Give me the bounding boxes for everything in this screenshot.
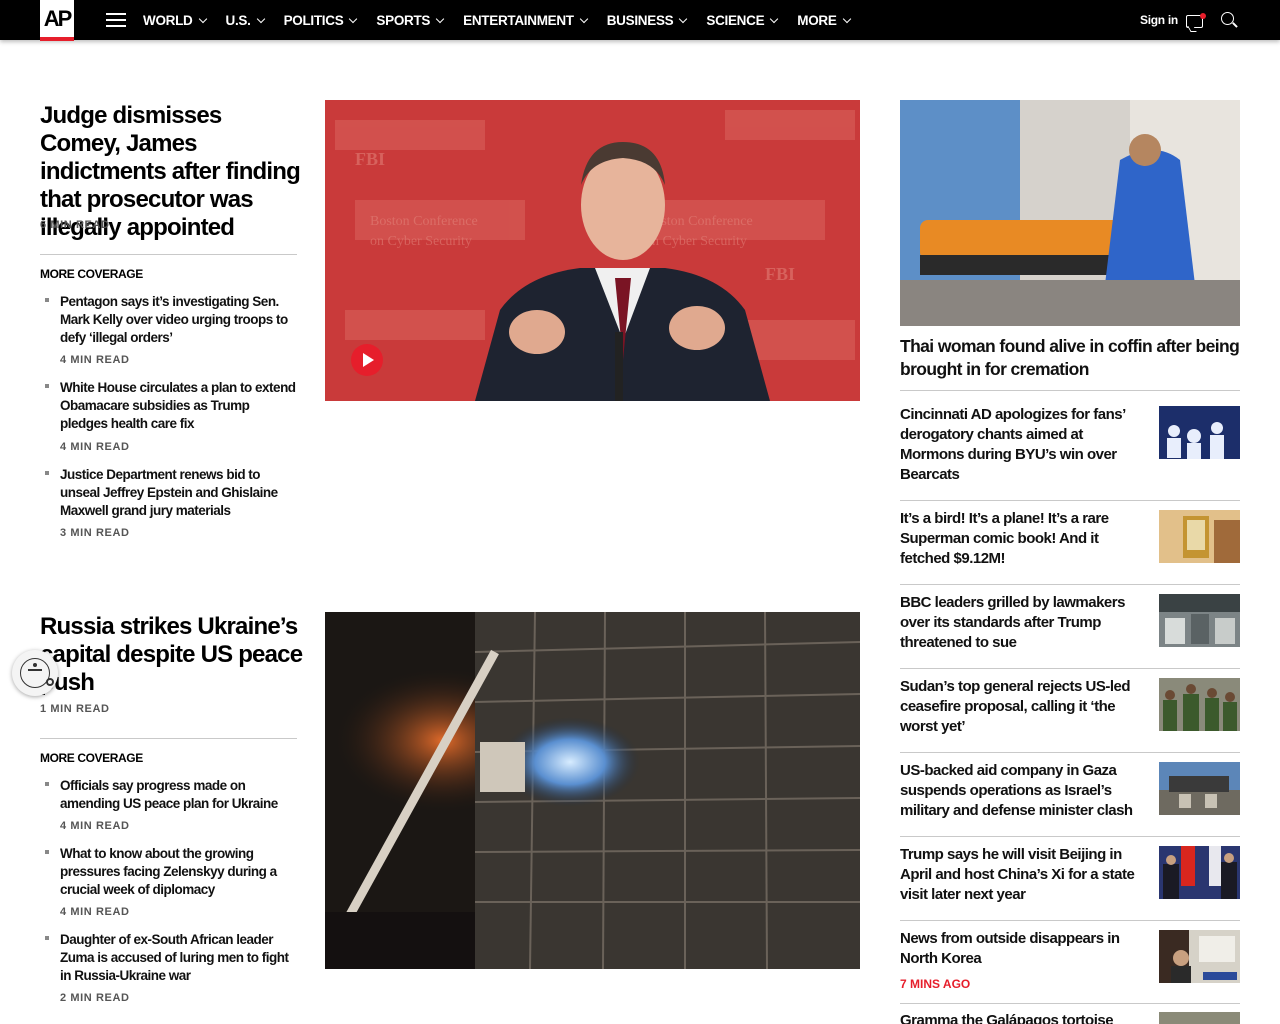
related-headline[interactable]: What to know about the growing pressures… <box>60 845 300 899</box>
chevron-down-icon <box>198 14 207 23</box>
nav-world[interactable]: WORLD <box>143 13 207 28</box>
related-headline[interactable]: Pentagon says it’s investigating Sen. Ma… <box>60 293 300 347</box>
related-headline[interactable]: Justice Department renews bid to unseal … <box>60 466 300 520</box>
svg-text:FBI: FBI <box>355 149 385 169</box>
bullet <box>45 471 49 475</box>
ap-logo[interactable]: AP <box>40 0 74 41</box>
related-headline[interactable]: White House circulates a plan to extend … <box>60 379 300 433</box>
bullet <box>45 298 49 302</box>
nav-us[interactable]: U.S. <box>226 13 265 28</box>
search-icon[interactable] <box>1221 12 1234 25</box>
more-coverage-label: MORE COVERAGE <box>40 751 143 765</box>
bullet <box>45 936 49 940</box>
svg-text:Boston Conference: Boston Conference <box>370 214 478 229</box>
sidebar-headline[interactable]: Gramma the Galápagos tortoise <box>900 1011 1140 1024</box>
divider <box>900 668 1240 669</box>
lead-photo-2[interactable] <box>325 612 860 969</box>
chevron-down-icon <box>679 14 688 23</box>
chevron-down-icon <box>256 14 265 23</box>
divider <box>900 920 1240 921</box>
nav-business[interactable]: BUSINESS <box>607 13 688 28</box>
lead-photo-1[interactable]: Boston Conference Boston Conference on Cy… <box>325 100 860 401</box>
sidebar-headline[interactable]: US-backed aid company in Gaza suspends o… <box>900 761 1140 821</box>
lead-headline-2[interactable]: Russia strikes Ukraine’s capital despite… <box>40 613 305 697</box>
sidebar-headline[interactable]: News from outside disappears in North Ko… <box>900 929 1140 969</box>
sidebar-thumbnail[interactable] <box>1159 594 1240 647</box>
sidebar-thumbnail[interactable] <box>1159 406 1240 459</box>
sidebar-thumbnail[interactable] <box>1159 510 1240 563</box>
chevron-down-icon <box>349 14 358 23</box>
read-time: 1 MIN READ <box>40 703 110 715</box>
sidebar-headline[interactable]: It’s a bird! It’s a plane! It’s a rare S… <box>900 509 1140 569</box>
divider <box>900 752 1240 753</box>
feature-photo[interactable] <box>900 100 1240 326</box>
bullet <box>45 384 49 388</box>
sidebar-thumbnail[interactable] <box>1159 1012 1240 1024</box>
bullet <box>45 850 49 854</box>
chevron-down-icon <box>770 14 779 23</box>
top-nav-bar: AP WORLD U.S. POLITICS SPORTS ENTERTAINM… <box>0 0 1280 41</box>
feature-headline[interactable]: Thai woman found alive in coffin after b… <box>900 335 1240 381</box>
sidebar-headline[interactable]: Sudan’s top general rejects US-led cease… <box>900 677 1140 737</box>
notification-dot <box>1200 13 1206 19</box>
svg-text:on Cyber Security: on Cyber Security <box>370 234 472 249</box>
sidebar-thumbnail[interactable] <box>1159 846 1240 899</box>
chevron-down-icon <box>842 14 851 23</box>
related-headline[interactable]: Daughter of ex-South African leader Zuma… <box>60 931 300 985</box>
divider <box>40 738 297 739</box>
sidebar-headline[interactable]: Trump says he will visit Beijing in Apri… <box>900 845 1140 905</box>
gear-icon <box>46 678 54 686</box>
divider <box>900 1003 1240 1004</box>
sidebar-headline[interactable]: BBC leaders grilled by lawmakers over it… <box>900 593 1140 653</box>
sign-in-link[interactable]: Sign in <box>1140 13 1178 27</box>
accessibility-button[interactable] <box>12 650 58 696</box>
svg-text:FBI: FBI <box>765 264 795 284</box>
related-headline[interactable]: Officials say progress made on amending … <box>60 777 300 813</box>
divider <box>40 254 297 255</box>
divider <box>900 500 1240 501</box>
read-time: 4 MIN READ <box>60 820 130 832</box>
read-time: 4 MIN READ <box>60 441 130 453</box>
more-coverage-label: MORE COVERAGE <box>40 267 143 281</box>
sidebar-thumbnail[interactable] <box>1159 762 1240 815</box>
sidebar-thumbnail[interactable] <box>1159 678 1240 731</box>
main-nav: WORLD U.S. POLITICS SPORTS ENTERTAINMENT… <box>143 0 870 40</box>
divider <box>900 836 1240 837</box>
divider <box>900 584 1240 585</box>
menu-icon[interactable] <box>106 13 126 27</box>
svg-text:on Cyber Security: on Cyber Security <box>645 234 747 249</box>
nav-science[interactable]: SCIENCE <box>706 13 779 28</box>
read-time: 4 MIN READ <box>60 354 130 366</box>
nav-more[interactable]: MORE <box>797 13 851 28</box>
read-time: 4 MIN READ <box>60 906 130 918</box>
logo-text: AP <box>43 5 73 31</box>
bullet <box>45 782 49 786</box>
nav-entertainment[interactable]: ENTERTAINMENT <box>463 13 588 28</box>
play-video-button[interactable] <box>351 344 383 376</box>
nav-politics[interactable]: POLITICS <box>284 13 358 28</box>
sidebar-thumbnail[interactable] <box>1159 930 1240 983</box>
nav-sports[interactable]: SPORTS <box>376 13 445 28</box>
read-time: 3 MIN READ <box>60 527 130 539</box>
read-time: 2 MIN READ <box>60 992 130 1004</box>
sidebar-headline[interactable]: Cincinnati AD apologizes for fans’ derog… <box>900 405 1140 485</box>
chevron-down-icon <box>435 14 445 23</box>
chevron-down-icon <box>579 14 588 23</box>
divider <box>900 390 1240 391</box>
time-ago: 7 MINS AGO <box>900 977 971 991</box>
read-time: 6 MIN READ <box>40 219 110 231</box>
